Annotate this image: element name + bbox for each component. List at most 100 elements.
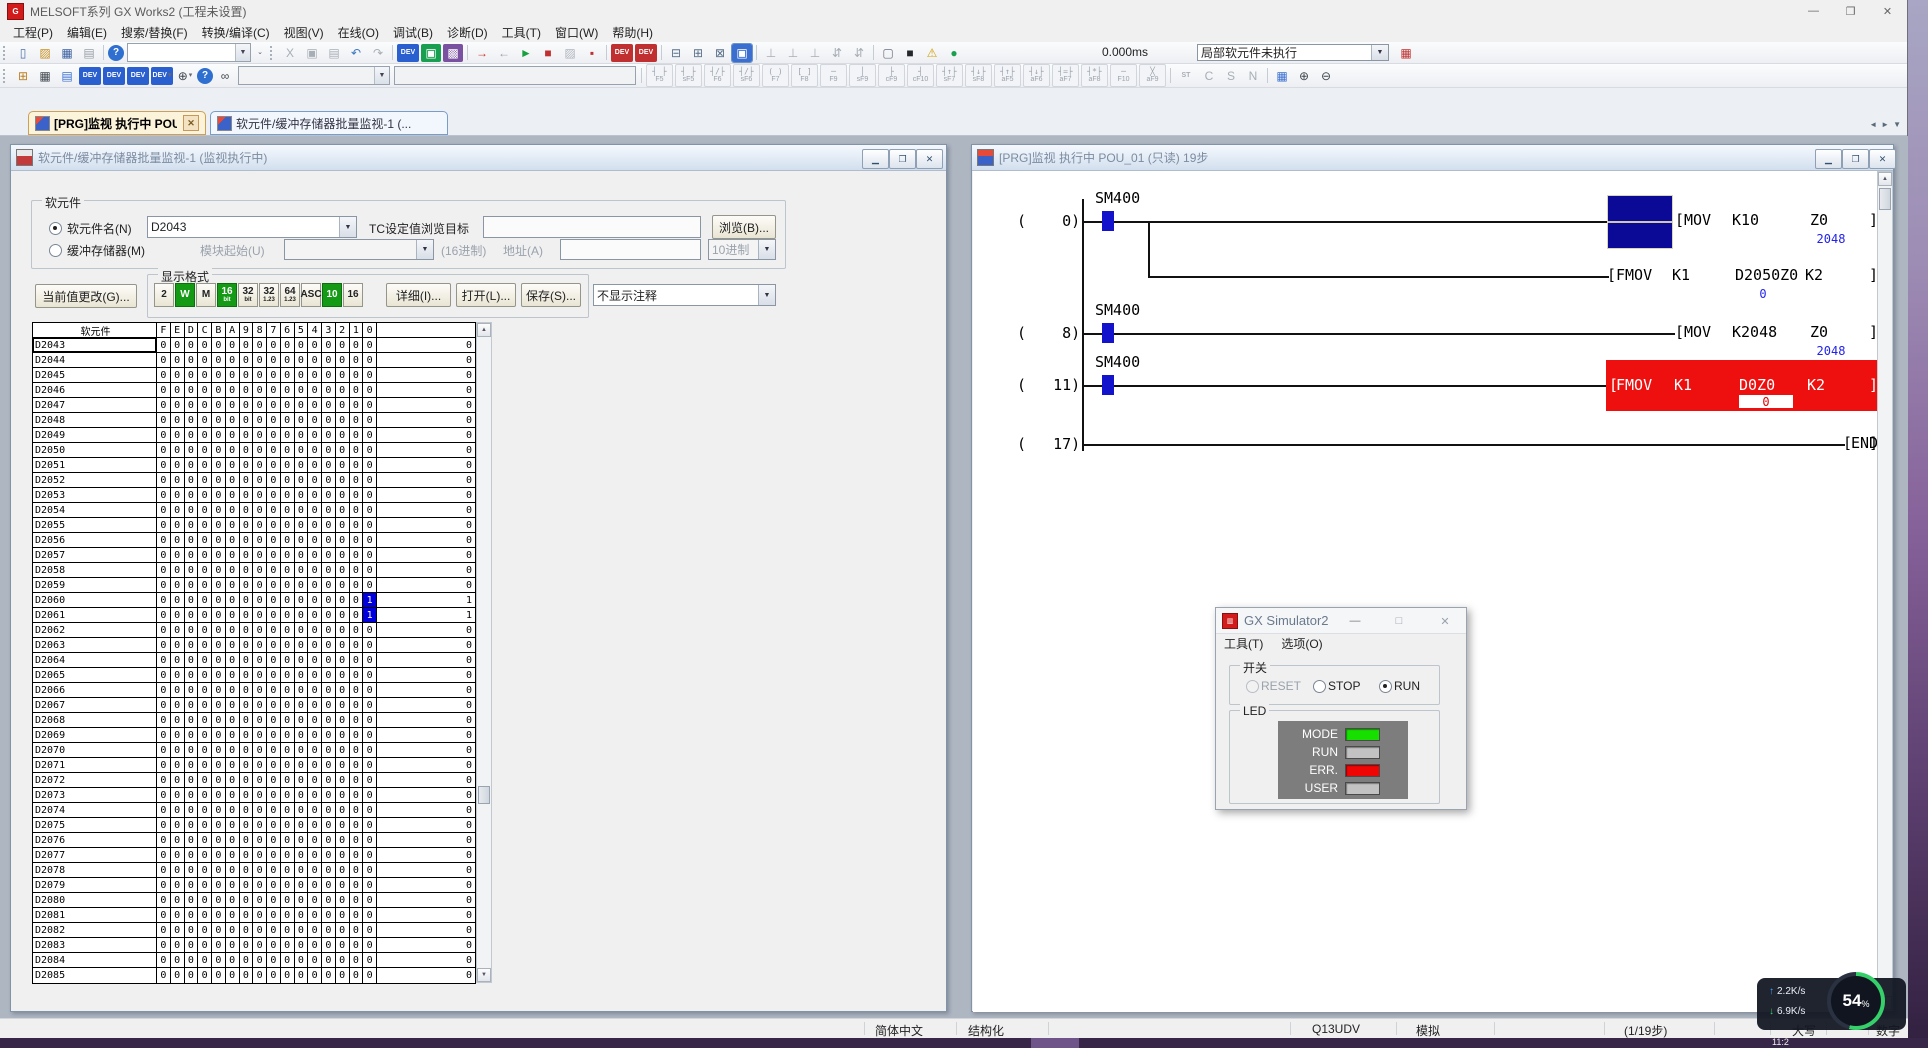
- device-name-cell[interactable]: D2074: [33, 803, 157, 817]
- bit-cell[interactable]: 0: [253, 848, 267, 862]
- toolbar-grip[interactable]: [270, 46, 275, 60]
- bit-cell[interactable]: 0: [350, 668, 364, 682]
- bit-cell[interactable]: 0: [350, 488, 364, 502]
- bit-cell[interactable]: 0: [157, 848, 171, 862]
- device-value-cell[interactable]: 0: [377, 788, 475, 802]
- paste-icon[interactable]: ▤: [324, 44, 344, 62]
- bit-cell[interactable]: 0: [363, 458, 377, 472]
- device-value-cell[interactable]: 1: [377, 593, 475, 607]
- table-row[interactable]: D205200000000000000000: [33, 473, 475, 488]
- bit-cell[interactable]: 0: [363, 473, 377, 487]
- taskbar[interactable]: 11:2: [0, 1038, 1928, 1048]
- bit-cell[interactable]: 0: [240, 743, 254, 757]
- bit-cell[interactable]: 0: [253, 458, 267, 472]
- bit-cell[interactable]: 0: [226, 683, 240, 697]
- bit-cell[interactable]: 0: [350, 923, 364, 937]
- tab-list-icon[interactable]: ▼: [1893, 120, 1901, 129]
- bit-cell[interactable]: 0: [253, 578, 267, 592]
- bit-cell[interactable]: 0: [322, 788, 336, 802]
- device-value-cell[interactable]: 0: [377, 833, 475, 847]
- bit-cell[interactable]: 0: [281, 443, 295, 457]
- bit-cell[interactable]: 0: [336, 593, 350, 607]
- bit-cell[interactable]: 0: [253, 563, 267, 577]
- device-name-cell[interactable]: D2052: [33, 473, 157, 487]
- ladder-button-F5[interactable]: ┤ ├F5: [646, 64, 673, 87]
- table-row[interactable]: D205600000000000000000: [33, 533, 475, 548]
- format-button-2[interactable]: 2: [154, 283, 174, 307]
- bit-cell[interactable]: 0: [322, 518, 336, 532]
- bit-cell[interactable]: 0: [240, 938, 254, 952]
- bit-cell[interactable]: 0: [212, 758, 226, 772]
- bit-cell[interactable]: 0: [240, 488, 254, 502]
- bit-cell[interactable]: 0: [171, 638, 185, 652]
- bit-cell[interactable]: 0: [308, 773, 322, 787]
- bit-cell[interactable]: 0: [295, 608, 309, 622]
- bit-cell[interactable]: 0: [157, 968, 171, 983]
- bit-cell[interactable]: 0: [253, 893, 267, 907]
- monitor-graphic-icon[interactable]: ▣: [421, 44, 441, 62]
- bit-cell[interactable]: 0: [267, 353, 281, 367]
- bit-cell[interactable]: 0: [295, 788, 309, 802]
- device-value-cell[interactable]: 0: [377, 893, 475, 907]
- bit-cell[interactable]: 0: [350, 758, 364, 772]
- bit-cell[interactable]: 0: [240, 683, 254, 697]
- bit-cell[interactable]: 0: [212, 488, 226, 502]
- bit-cell[interactable]: 0: [226, 668, 240, 682]
- bit-cell[interactable]: 0: [240, 818, 254, 832]
- bit-cell[interactable]: 0: [322, 923, 336, 937]
- bit-cell[interactable]: 0: [253, 758, 267, 772]
- bit-cell[interactable]: 0: [198, 893, 212, 907]
- bit-cell[interactable]: 0: [198, 923, 212, 937]
- bit-cell[interactable]: 0: [350, 953, 364, 967]
- bit-cell[interactable]: 0: [363, 908, 377, 922]
- device-reference-icon[interactable]: DEV: [127, 67, 149, 85]
- bit-cell[interactable]: 0: [267, 638, 281, 652]
- device-name-cell[interactable]: D2056: [33, 533, 157, 547]
- bit-cell[interactable]: 0: [226, 413, 240, 427]
- bit-cell[interactable]: 0: [226, 803, 240, 817]
- bit-cell[interactable]: 0: [240, 968, 254, 983]
- bit-cell[interactable]: 0: [350, 773, 364, 787]
- bit-cell[interactable]: 0: [253, 863, 267, 877]
- bit-cell[interactable]: 0: [212, 833, 226, 847]
- bit-cell[interactable]: 0: [267, 818, 281, 832]
- ladder-block-c-icon[interactable]: ⊥: [805, 44, 825, 62]
- toolbar-grip[interactable]: [3, 69, 8, 83]
- bit-cell[interactable]: 0: [185, 473, 199, 487]
- bit-cell[interactable]: 0: [253, 713, 267, 727]
- bit-cell[interactable]: 0: [198, 563, 212, 577]
- bit-cell[interactable]: 0: [267, 533, 281, 547]
- bit-cell[interactable]: 0: [350, 338, 364, 352]
- bit-cell[interactable]: 0: [171, 728, 185, 742]
- ladder-button-aF6[interactable]: ┤↓├aF6: [1023, 64, 1050, 87]
- bit-cell[interactable]: 0: [267, 878, 281, 892]
- chevron-down-icon[interactable]: ▼: [1371, 45, 1388, 60]
- device-value-cell[interactable]: 0: [377, 818, 475, 832]
- bit-cell[interactable]: 0: [226, 563, 240, 577]
- bit-cell[interactable]: 0: [226, 608, 240, 622]
- inline-st-icon[interactable]: ST: [1175, 67, 1197, 85]
- bit-cell[interactable]: 0: [363, 413, 377, 427]
- bit-cell[interactable]: 0: [308, 533, 322, 547]
- bit-cell[interactable]: 0: [212, 443, 226, 457]
- bit-cell[interactable]: 0: [350, 908, 364, 922]
- bit-cell[interactable]: 0: [171, 533, 185, 547]
- device-value-cell[interactable]: 0: [377, 638, 475, 652]
- bit-cell[interactable]: 0: [363, 338, 377, 352]
- bit-cell[interactable]: 0: [226, 623, 240, 637]
- bit-cell[interactable]: 0: [171, 593, 185, 607]
- bit-cell[interactable]: 0: [281, 413, 295, 427]
- device-name-combo[interactable]: D2043 ▼: [147, 216, 357, 238]
- bit-cell[interactable]: 0: [198, 908, 212, 922]
- bit-cell[interactable]: 0: [308, 683, 322, 697]
- format-button-16[interactable]: 16: [343, 283, 363, 307]
- bit-cell[interactable]: 0: [308, 368, 322, 382]
- bit-cell[interactable]: 0: [253, 638, 267, 652]
- device-name-cell[interactable]: D2076: [33, 833, 157, 847]
- bit-cell[interactable]: 0: [226, 443, 240, 457]
- bit-cell[interactable]: 0: [267, 368, 281, 382]
- bit-cell[interactable]: 0: [171, 698, 185, 712]
- format-button-W[interactable]: W: [175, 283, 195, 307]
- bit-cell[interactable]: 0: [267, 713, 281, 727]
- bit-cell[interactable]: 0: [295, 413, 309, 427]
